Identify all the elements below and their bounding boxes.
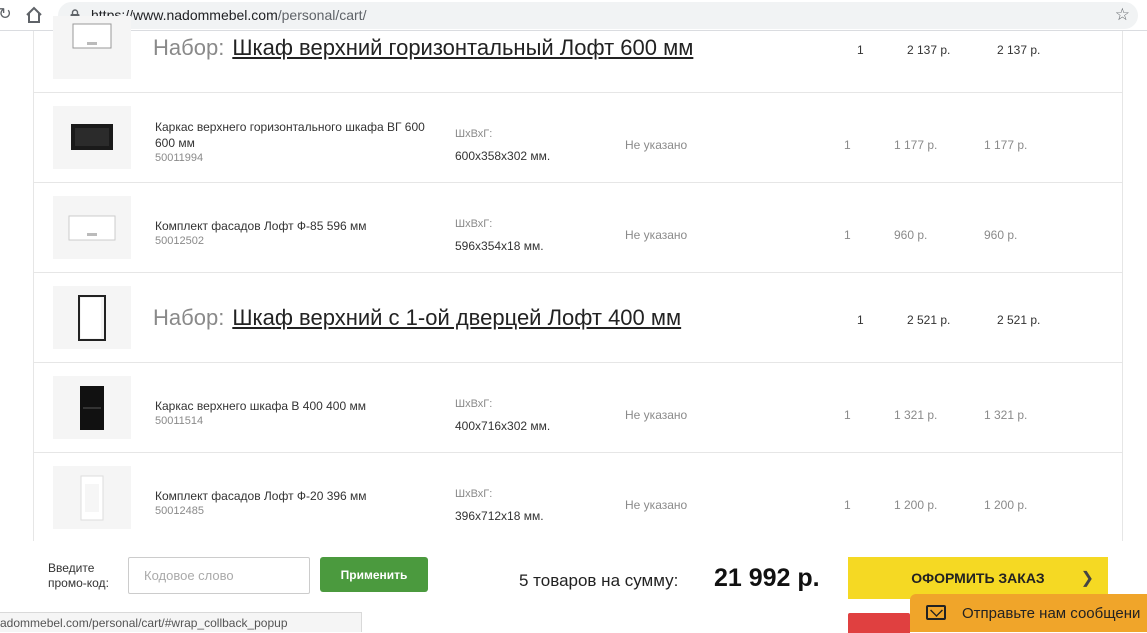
total-sum: 21 992 р. (714, 564, 820, 592)
quantity: 1 (844, 408, 851, 422)
secondary-red-button[interactable] (848, 613, 910, 633)
item-note: Не указано (625, 138, 688, 152)
checkout-button[interactable]: ОФОРМИТЬ ЗАКАЗ ❯ (848, 557, 1108, 599)
item-note: Не указано (625, 228, 688, 242)
set-prefix: Набор: (153, 35, 225, 60)
line-total: 1 200 р. (984, 498, 1028, 512)
total-label: 5 товаров на сумму: (519, 571, 679, 590)
cart-item-row: Каркас верхнего горизонтального шкафа ВГ… (34, 93, 1122, 183)
item-name: Комплект фасадов Лофт Ф-20 396 мм (155, 489, 367, 503)
checkout-label: ОФОРМИТЬ ЗАКАЗ (911, 570, 1045, 586)
product-thumbnail[interactable] (53, 196, 131, 259)
dimensions-label: ШхВхГ: (455, 128, 493, 140)
page-content: Набор: Шкаф верхний горизонтальный Лофт 6… (0, 16, 1147, 633)
set-title: Набор: Шкаф верхний с 1-ой дверцей Лофт 4… (153, 305, 681, 331)
item-code: 50011514 (155, 415, 204, 427)
dimensions-value: 396x712x18 мм. (455, 509, 544, 523)
unit-price: 1 321 р. (894, 408, 938, 422)
dimensions-value: 600x358x302 мм. (455, 149, 551, 163)
product-thumbnail[interactable] (53, 106, 131, 169)
quantity: 1 (857, 313, 864, 327)
line-total: 2 137 р. (997, 43, 1041, 57)
unit-price: 1 200 р. (894, 498, 938, 512)
unit-price: 2 521 р. (907, 313, 951, 327)
item-code: 50011994 (155, 152, 204, 164)
line-total: 1 321 р. (984, 408, 1028, 422)
chat-widget[interactable]: Отправьте нам сообщени (910, 594, 1147, 632)
cart-item-row: Комплект фасадов Лофт Ф-85 596 мм 5001250… (34, 183, 1122, 273)
item-code: 50012485 (155, 505, 204, 517)
product-thumbnail[interactable] (53, 376, 131, 439)
product-thumbnail[interactable] (53, 466, 131, 529)
dimensions-label: ШхВхГ: (455, 398, 493, 410)
dimensions-value: 596x354x18 мм. (455, 239, 544, 253)
dimensions-label: ШхВхГ: (455, 218, 493, 230)
envelope-icon (926, 605, 946, 620)
cart-item-row: Комплект фасадов Лофт Ф-20 396 мм 5001248… (34, 453, 1122, 543)
quantity: 1 (844, 498, 851, 512)
promo-code-input[interactable] (128, 557, 310, 594)
dimensions-value: 400x716x302 мм. (455, 419, 551, 433)
product-thumbnail[interactable] (53, 16, 131, 79)
set-title-link[interactable]: Шкаф верхний горизонтальный Лофт 600 мм (232, 35, 693, 60)
item-name: Каркас верхнего горизонтального шкафа ВГ… (155, 120, 425, 150)
promo-label: Введите промо-код: (48, 561, 109, 590)
apply-promo-button[interactable]: Применить (320, 557, 428, 592)
browser-status-bar: adommebel.com/personal/cart/#wrap_collba… (0, 612, 362, 632)
product-thumbnail[interactable] (53, 286, 131, 349)
item-note: Не указано (625, 408, 688, 422)
item-note: Не указано (625, 498, 688, 512)
cart-item-row: Каркас верхнего шкафа В 400 400 мм 500115… (34, 363, 1122, 453)
set-title-link[interactable]: Шкаф верхний с 1-ой дверцей Лофт 400 мм (232, 305, 681, 330)
quantity: 1 (844, 138, 851, 152)
dimensions-label: ШхВхГ: (455, 488, 493, 500)
set-prefix: Набор: (153, 305, 225, 330)
set-title: Набор: Шкаф верхний горизонтальный Лофт 6… (153, 35, 693, 61)
cart-set-row: Набор: Шкаф верхний горизонтальный Лофт 6… (34, 3, 1122, 93)
line-total: 960 р. (984, 228, 1018, 242)
chevron-right-icon: ❯ (1080, 570, 1094, 587)
item-name: Каркас верхнего шкафа В 400 400 мм (155, 399, 366, 413)
item-name: Комплект фасадов Лофт Ф-85 596 мм (155, 219, 367, 233)
unit-price: 1 177 р. (894, 138, 938, 152)
line-total: 1 177 р. (984, 138, 1028, 152)
chat-widget-label: Отправьте нам сообщени (962, 605, 1141, 622)
unit-price: 2 137 р. (907, 43, 951, 57)
unit-price: 960 р. (894, 228, 928, 242)
cart-set-row: Набор: Шкаф верхний с 1-ой дверцей Лофт 4… (34, 273, 1122, 363)
quantity: 1 (844, 228, 851, 242)
item-code: 50012502 (155, 235, 204, 247)
cart-table: Набор: Шкаф верхний горизонтальный Лофт 6… (33, 16, 1123, 543)
line-total: 2 521 р. (997, 313, 1041, 327)
quantity: 1 (857, 43, 864, 57)
refresh-icon[interactable]: ↻ (0, 4, 16, 26)
